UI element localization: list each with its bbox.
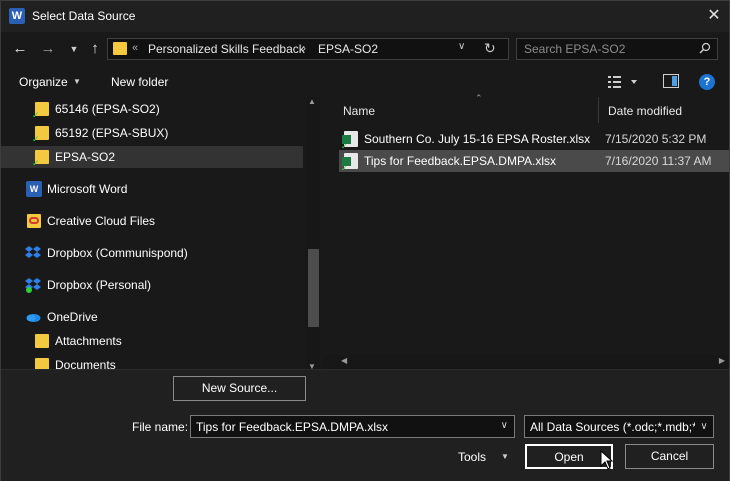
help-icon[interactable]: ? bbox=[699, 74, 715, 90]
nav-item-label: Attachments bbox=[55, 334, 122, 348]
close-icon[interactable]: ✕ bbox=[699, 1, 729, 32]
nav-item-attachments[interactable]: Attachments bbox=[1, 330, 303, 352]
nav-item-label: 65146 (EPSA-SO2) bbox=[55, 102, 160, 116]
search-placeholder: Search EPSA-SO2 bbox=[524, 42, 626, 56]
nav-item-label: Creative Cloud Files bbox=[47, 214, 156, 228]
nav-item-epsa-so2[interactable]: EPSA-SO2 bbox=[1, 146, 303, 169]
word-app-icon: W bbox=[9, 8, 25, 24]
tools-menu[interactable]: Tools bbox=[458, 450, 486, 464]
file-name-dropdown-icon[interactable]: ∨ bbox=[501, 420, 508, 431]
preview-pane-icon[interactable] bbox=[663, 74, 679, 88]
forward-arrow-icon[interactable]: → bbox=[39, 39, 57, 59]
address-overflow[interactable]: « bbox=[132, 42, 138, 54]
search-icon[interactable] bbox=[699, 42, 711, 54]
recent-locations-dropdown-icon[interactable]: ▼ bbox=[67, 39, 81, 59]
select-data-source-dialog: W Select Data Source ✕ ← → ▼ ↑ « Persona… bbox=[0, 0, 730, 481]
back-arrow-icon[interactable]: ← bbox=[11, 39, 29, 59]
new-source-button[interactable]: New Source... bbox=[173, 376, 306, 401]
file-name-value[interactable]: Tips for Feedback.EPSA.DMPA.xlsx bbox=[196, 420, 388, 434]
column-header-label: Date modified bbox=[608, 104, 683, 118]
file-name-field[interactable]: Tips for Feedback.EPSA.DMPA.xlsx ∨ bbox=[190, 415, 515, 438]
excel-file-icon bbox=[341, 131, 358, 151]
refresh-icon[interactable]: ↻ bbox=[484, 40, 496, 57]
sort-ascending-icon: ⌃ bbox=[475, 93, 483, 103]
nav-item-65192[interactable]: 65192 (EPSA-SBUX) bbox=[1, 122, 303, 145]
dropbox-icon bbox=[25, 278, 41, 293]
view-options-icon[interactable] bbox=[608, 74, 638, 90]
dropbox-icon bbox=[25, 246, 41, 258]
file-list: ⌃ Name Date modified Southern Co. July 1… bbox=[323, 93, 730, 373]
nav-item-label: Dropbox (Communispond) bbox=[47, 246, 188, 260]
nav-item-65146[interactable]: 65146 (EPSA-SO2) bbox=[1, 98, 303, 121]
nav-item-label: 65192 (EPSA-SBUX) bbox=[55, 126, 169, 140]
breadcrumb-segment[interactable]: Personalized Skills Feedback bbox=[148, 42, 305, 56]
nav-item-microsoft-word[interactable]: W Microsoft Word bbox=[1, 178, 303, 200]
file-row[interactable]: Tips for Feedback.EPSA.DMPA.xlsx 7/16/20… bbox=[339, 150, 729, 173]
column-header-name[interactable]: ⌃ Name bbox=[335, 93, 599, 123]
up-arrow-icon[interactable]: ↑ bbox=[87, 39, 103, 59]
bottom-panel: New Source... File name: Tips for Feedba… bbox=[1, 369, 729, 481]
folder-synced-icon bbox=[32, 102, 49, 121]
address-bar[interactable]: « Personalized Skills Feedback › EPSA-SO… bbox=[107, 38, 509, 60]
scroll-left-icon[interactable]: ◀ bbox=[341, 356, 347, 365]
nav-item-label: EPSA-SO2 bbox=[55, 150, 116, 164]
column-header-date-modified[interactable]: Date modified bbox=[600, 97, 730, 123]
nav-item-onedrive[interactable]: OneDrive bbox=[1, 306, 303, 328]
navigation-pane: 65146 (EPSA-SO2) 65192 (EPSA-SBUX) EPSA-… bbox=[1, 97, 323, 373]
folder-synced-icon bbox=[32, 150, 49, 169]
file-name: Tips for Feedback.EPSA.DMPA.xlsx bbox=[364, 154, 557, 168]
file-list-horizontal-scrollbar[interactable]: ◀ ▶ bbox=[323, 355, 729, 369]
nav-item-creative-cloud[interactable]: Creative Cloud Files bbox=[1, 210, 303, 232]
file-type-filter-select[interactable]: All Data Sources (*.odc;*.mdb;* ∨ bbox=[524, 415, 714, 438]
word-icon: W bbox=[26, 181, 42, 197]
mouse-pointer-icon bbox=[600, 450, 614, 470]
file-date: 7/15/2020 5:32 PM bbox=[605, 132, 707, 146]
breadcrumb-separator[interactable]: › bbox=[302, 41, 306, 55]
cancel-button[interactable]: Cancel bbox=[625, 444, 714, 469]
scrollbar-thumb[interactable] bbox=[308, 249, 319, 327]
filter-dropdown-icon[interactable]: ∨ bbox=[695, 416, 713, 437]
file-name: Southern Co. July 15-16 EPSA Roster.xlsx bbox=[364, 132, 591, 146]
organize-menu[interactable]: Organize bbox=[19, 75, 68, 89]
breadcrumb-segment[interactable]: EPSA-SO2 bbox=[318, 42, 378, 56]
scroll-right-icon[interactable]: ▶ bbox=[719, 356, 725, 365]
search-input[interactable]: Search EPSA-SO2 bbox=[516, 38, 718, 60]
dialog-title: Select Data Source bbox=[32, 9, 136, 23]
nav-pane-scrollbar[interactable]: ▲ ▼ bbox=[306, 97, 320, 373]
folder-icon bbox=[35, 334, 49, 348]
file-type-filter-value: All Data Sources (*.odc;*.mdb;* bbox=[530, 420, 697, 434]
file-row[interactable]: Southern Co. July 15-16 EPSA Roster.xlsx… bbox=[339, 128, 729, 151]
address-dropdown-icon[interactable]: ∨ bbox=[458, 41, 465, 52]
tools-dropdown-icon[interactable]: ▼ bbox=[501, 452, 509, 461]
address-row: ← → ▼ ↑ « Personalized Skills Feedback ›… bbox=[1, 32, 729, 66]
scroll-up-icon[interactable]: ▲ bbox=[308, 97, 316, 106]
nav-item-label: Dropbox (Personal) bbox=[47, 278, 152, 292]
nav-item-label: Microsoft Word bbox=[47, 182, 128, 196]
folder-synced-icon bbox=[32, 126, 49, 145]
column-header-label: Name bbox=[343, 104, 376, 118]
organize-dropdown-icon[interactable]: ▼ bbox=[73, 77, 81, 86]
onedrive-icon bbox=[26, 314, 41, 322]
nav-item-label: OneDrive bbox=[47, 310, 98, 324]
creative-cloud-icon bbox=[27, 214, 41, 228]
new-folder-button[interactable]: New folder bbox=[111, 75, 168, 89]
folder-icon bbox=[113, 42, 127, 55]
nav-item-dropbox-personal[interactable]: Dropbox (Personal) bbox=[1, 274, 303, 296]
excel-file-icon bbox=[341, 153, 358, 173]
command-toolbar: Organize ▼ New folder ? bbox=[1, 66, 729, 97]
title-bar: W Select Data Source ✕ bbox=[1, 1, 729, 32]
file-name-label: File name: bbox=[132, 420, 189, 434]
nav-item-dropbox-communispond[interactable]: Dropbox (Communispond) bbox=[1, 242, 303, 264]
file-date: 7/16/2020 11:37 AM bbox=[605, 154, 712, 168]
